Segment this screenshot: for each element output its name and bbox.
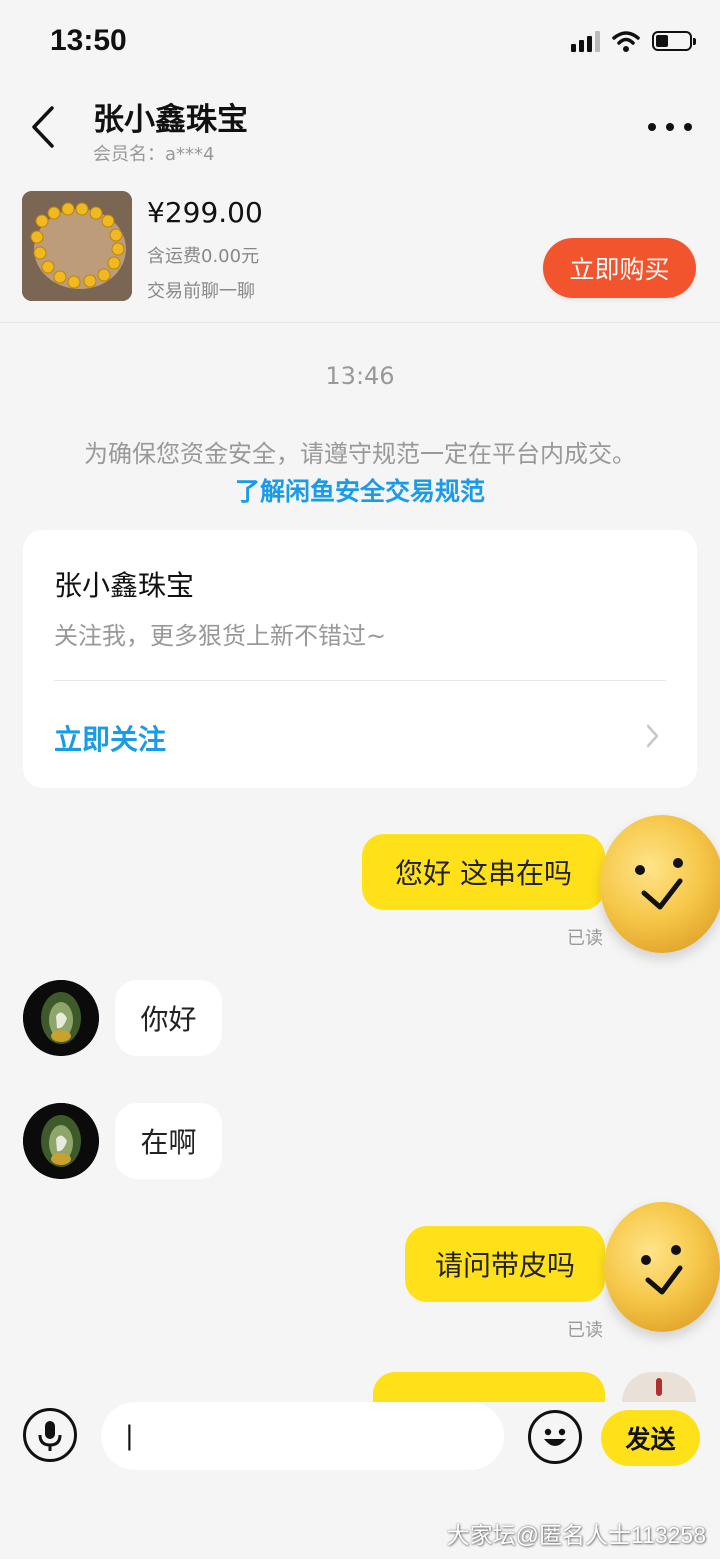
watermark: 大家坛@匿名人士113258	[446, 1522, 706, 1548]
more-icon[interactable]	[648, 114, 692, 140]
follow-card-title: 张小鑫珠宝	[54, 569, 195, 602]
send-button[interactable]: 发送	[601, 1410, 700, 1466]
product-price: ¥299.00	[147, 196, 263, 229]
status-time: 13:50	[50, 24, 127, 57]
shop-name: 张小鑫珠宝	[93, 102, 248, 138]
divider	[54, 680, 666, 681]
shipping-fee: 含运费0.00元	[147, 246, 260, 267]
message-bubble-received[interactable]: 在啊	[115, 1103, 222, 1179]
follow-card: 张小鑫珠宝 关注我，更多狠货上新不错过~ 立即关注	[23, 530, 697, 788]
seller-avatar[interactable]	[23, 1103, 99, 1179]
message-bubble-received[interactable]: 你好	[115, 980, 222, 1056]
buy-now-button[interactable]: 立即购买	[543, 238, 696, 298]
emoji-icon[interactable]	[528, 1410, 582, 1464]
battery-icon	[652, 31, 696, 51]
follow-button[interactable]: 立即关注	[54, 718, 166, 758]
input-bar: | 发送 大家坛@匿名人士113258	[0, 1402, 720, 1559]
message-input[interactable]: |	[101, 1402, 504, 1470]
status-icons	[571, 30, 696, 52]
chat-before-deal: 交易前聊一聊	[147, 281, 255, 302]
chat-timestamp: 13:46	[325, 362, 395, 390]
my-avatar[interactable]	[604, 1202, 720, 1332]
mic-icon[interactable]	[23, 1408, 77, 1462]
signal-icon	[571, 30, 600, 52]
message-bubble-sent[interactable]: 请问带皮吗	[405, 1226, 605, 1302]
read-status: 已读	[567, 1320, 603, 1341]
product-thumbnail[interactable]	[22, 191, 132, 301]
chat-header: 张小鑫珠宝 会员名：a***4	[0, 88, 720, 174]
read-status: 已读	[567, 928, 603, 949]
avatar-partial	[622, 1372, 696, 1402]
product-bar: ¥299.00 含运费0.00元 交易前聊一聊 立即购买	[0, 174, 720, 323]
message-bubble-sent-partial[interactable]	[373, 1372, 605, 1402]
my-avatar[interactable]	[600, 815, 720, 953]
chevron-right-icon[interactable]	[645, 722, 661, 750]
member-name: 会员名：a***4	[93, 144, 215, 165]
back-icon[interactable]	[24, 102, 64, 152]
wifi-icon	[612, 31, 640, 52]
safety-rules-link[interactable]: 了解闲鱼安全交易规范	[0, 472, 720, 508]
seller-avatar[interactable]	[23, 980, 99, 1056]
message-bubble-sent[interactable]: 您好 这串在吗	[362, 834, 605, 910]
status-bar: 13:50	[0, 0, 720, 88]
safety-notice: 为确保您资金安全，请遵守规范一定在平台内成交。	[84, 440, 636, 468]
follow-card-subtitle: 关注我，更多狠货上新不错过~	[54, 622, 387, 650]
